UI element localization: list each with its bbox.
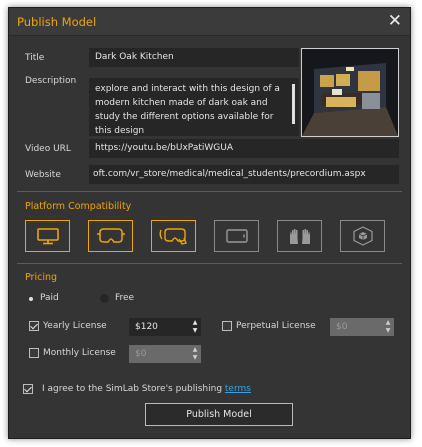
platform-tablet-button[interactable] bbox=[214, 220, 259, 252]
monthly-price-input[interactable]: $0 bbox=[129, 345, 189, 363]
website-label: Website bbox=[25, 170, 61, 180]
chevron-down-icon[interactable]: ▼ bbox=[386, 328, 391, 334]
perpetual-price-input[interactable]: $0 bbox=[330, 318, 382, 336]
pricing-section-title: Pricing bbox=[25, 272, 58, 283]
model-thumbnail[interactable] bbox=[301, 48, 399, 137]
separator bbox=[17, 191, 402, 192]
agree-terms-text: I agree to the SimLab Store's publishing bbox=[42, 384, 225, 394]
description-scrollbar[interactable] bbox=[292, 84, 295, 124]
perpetual-license-label: Perpetual License bbox=[236, 321, 316, 331]
perpetual-price-stepper[interactable]: ▲ ▼ bbox=[382, 318, 394, 336]
paid-radio[interactable] bbox=[29, 297, 33, 301]
platform-vr-headset-button[interactable] bbox=[88, 220, 133, 252]
paid-label: Paid bbox=[40, 293, 59, 303]
video-url-input[interactable]: https://youtu.be/bUxPatiWGUA bbox=[89, 139, 399, 158]
agree-terms-label: I agree to the SimLab Store's publishing… bbox=[42, 384, 251, 394]
platform-section-title: Platform Compatibility bbox=[25, 201, 132, 212]
monthly-price-stepper[interactable]: ▲ ▼ bbox=[189, 345, 201, 363]
vr-headset-icon bbox=[96, 228, 125, 243]
perpetual-license-checkbox[interactable] bbox=[222, 321, 232, 331]
monthly-license-label: Monthly License bbox=[43, 348, 116, 358]
yearly-price-stepper[interactable]: ▲ ▼ bbox=[189, 318, 201, 336]
chevron-up-icon[interactable]: ▲ bbox=[386, 320, 391, 326]
chevron-down-icon[interactable]: ▼ bbox=[193, 328, 198, 334]
yearly-price-input[interactable]: $120 bbox=[129, 318, 189, 336]
chevron-down-icon[interactable]: ▼ bbox=[193, 355, 198, 361]
hands-icon bbox=[289, 229, 310, 244]
separator bbox=[17, 263, 402, 264]
description-textarea[interactable]: explore and interact with this design of… bbox=[89, 78, 299, 136]
agree-terms-checkbox[interactable] bbox=[23, 384, 33, 394]
yearly-license-label: Yearly License bbox=[43, 321, 107, 331]
publish-model-button[interactable]: Publish Model bbox=[145, 403, 293, 426]
close-icon[interactable]: ✕ bbox=[388, 11, 402, 31]
terms-link[interactable]: terms bbox=[225, 384, 251, 394]
description-text: explore and interact with this design of… bbox=[95, 84, 280, 136]
video-url-label: Video URL bbox=[25, 144, 71, 154]
platform-vr-controller-button[interactable] bbox=[151, 220, 196, 252]
dialog-titlebar: Publish Model ✕ bbox=[9, 8, 410, 36]
free-label: Free bbox=[115, 293, 135, 303]
yearly-license-checkbox[interactable] bbox=[29, 321, 39, 331]
platform-desktop-button[interactable] bbox=[25, 220, 70, 252]
kitchen-preview-image bbox=[302, 49, 398, 136]
platform-ar-button[interactable] bbox=[340, 220, 385, 252]
description-label: Description bbox=[25, 76, 77, 86]
title-label: Title bbox=[25, 53, 45, 63]
dialog-title: Publish Model bbox=[17, 15, 97, 29]
title-input[interactable]: Dark Oak Kitchen bbox=[89, 48, 299, 67]
tablet-icon bbox=[225, 229, 248, 243]
platform-hand-tracking-button[interactable] bbox=[277, 220, 322, 252]
free-radio[interactable] bbox=[100, 294, 109, 303]
monthly-license-checkbox[interactable] bbox=[29, 348, 39, 358]
publish-model-dialog: Publish Model ✕ Title Dark Oak Kitchen D… bbox=[8, 7, 411, 439]
chevron-up-icon[interactable]: ▲ bbox=[193, 347, 198, 353]
monitor-icon bbox=[36, 228, 59, 245]
vr-headset-hand-icon bbox=[159, 228, 187, 245]
website-input[interactable]: oft.com/vr_store/medical/medical_student… bbox=[89, 165, 399, 184]
ar-cube-icon bbox=[352, 226, 373, 246]
chevron-up-icon[interactable]: ▲ bbox=[193, 320, 198, 326]
